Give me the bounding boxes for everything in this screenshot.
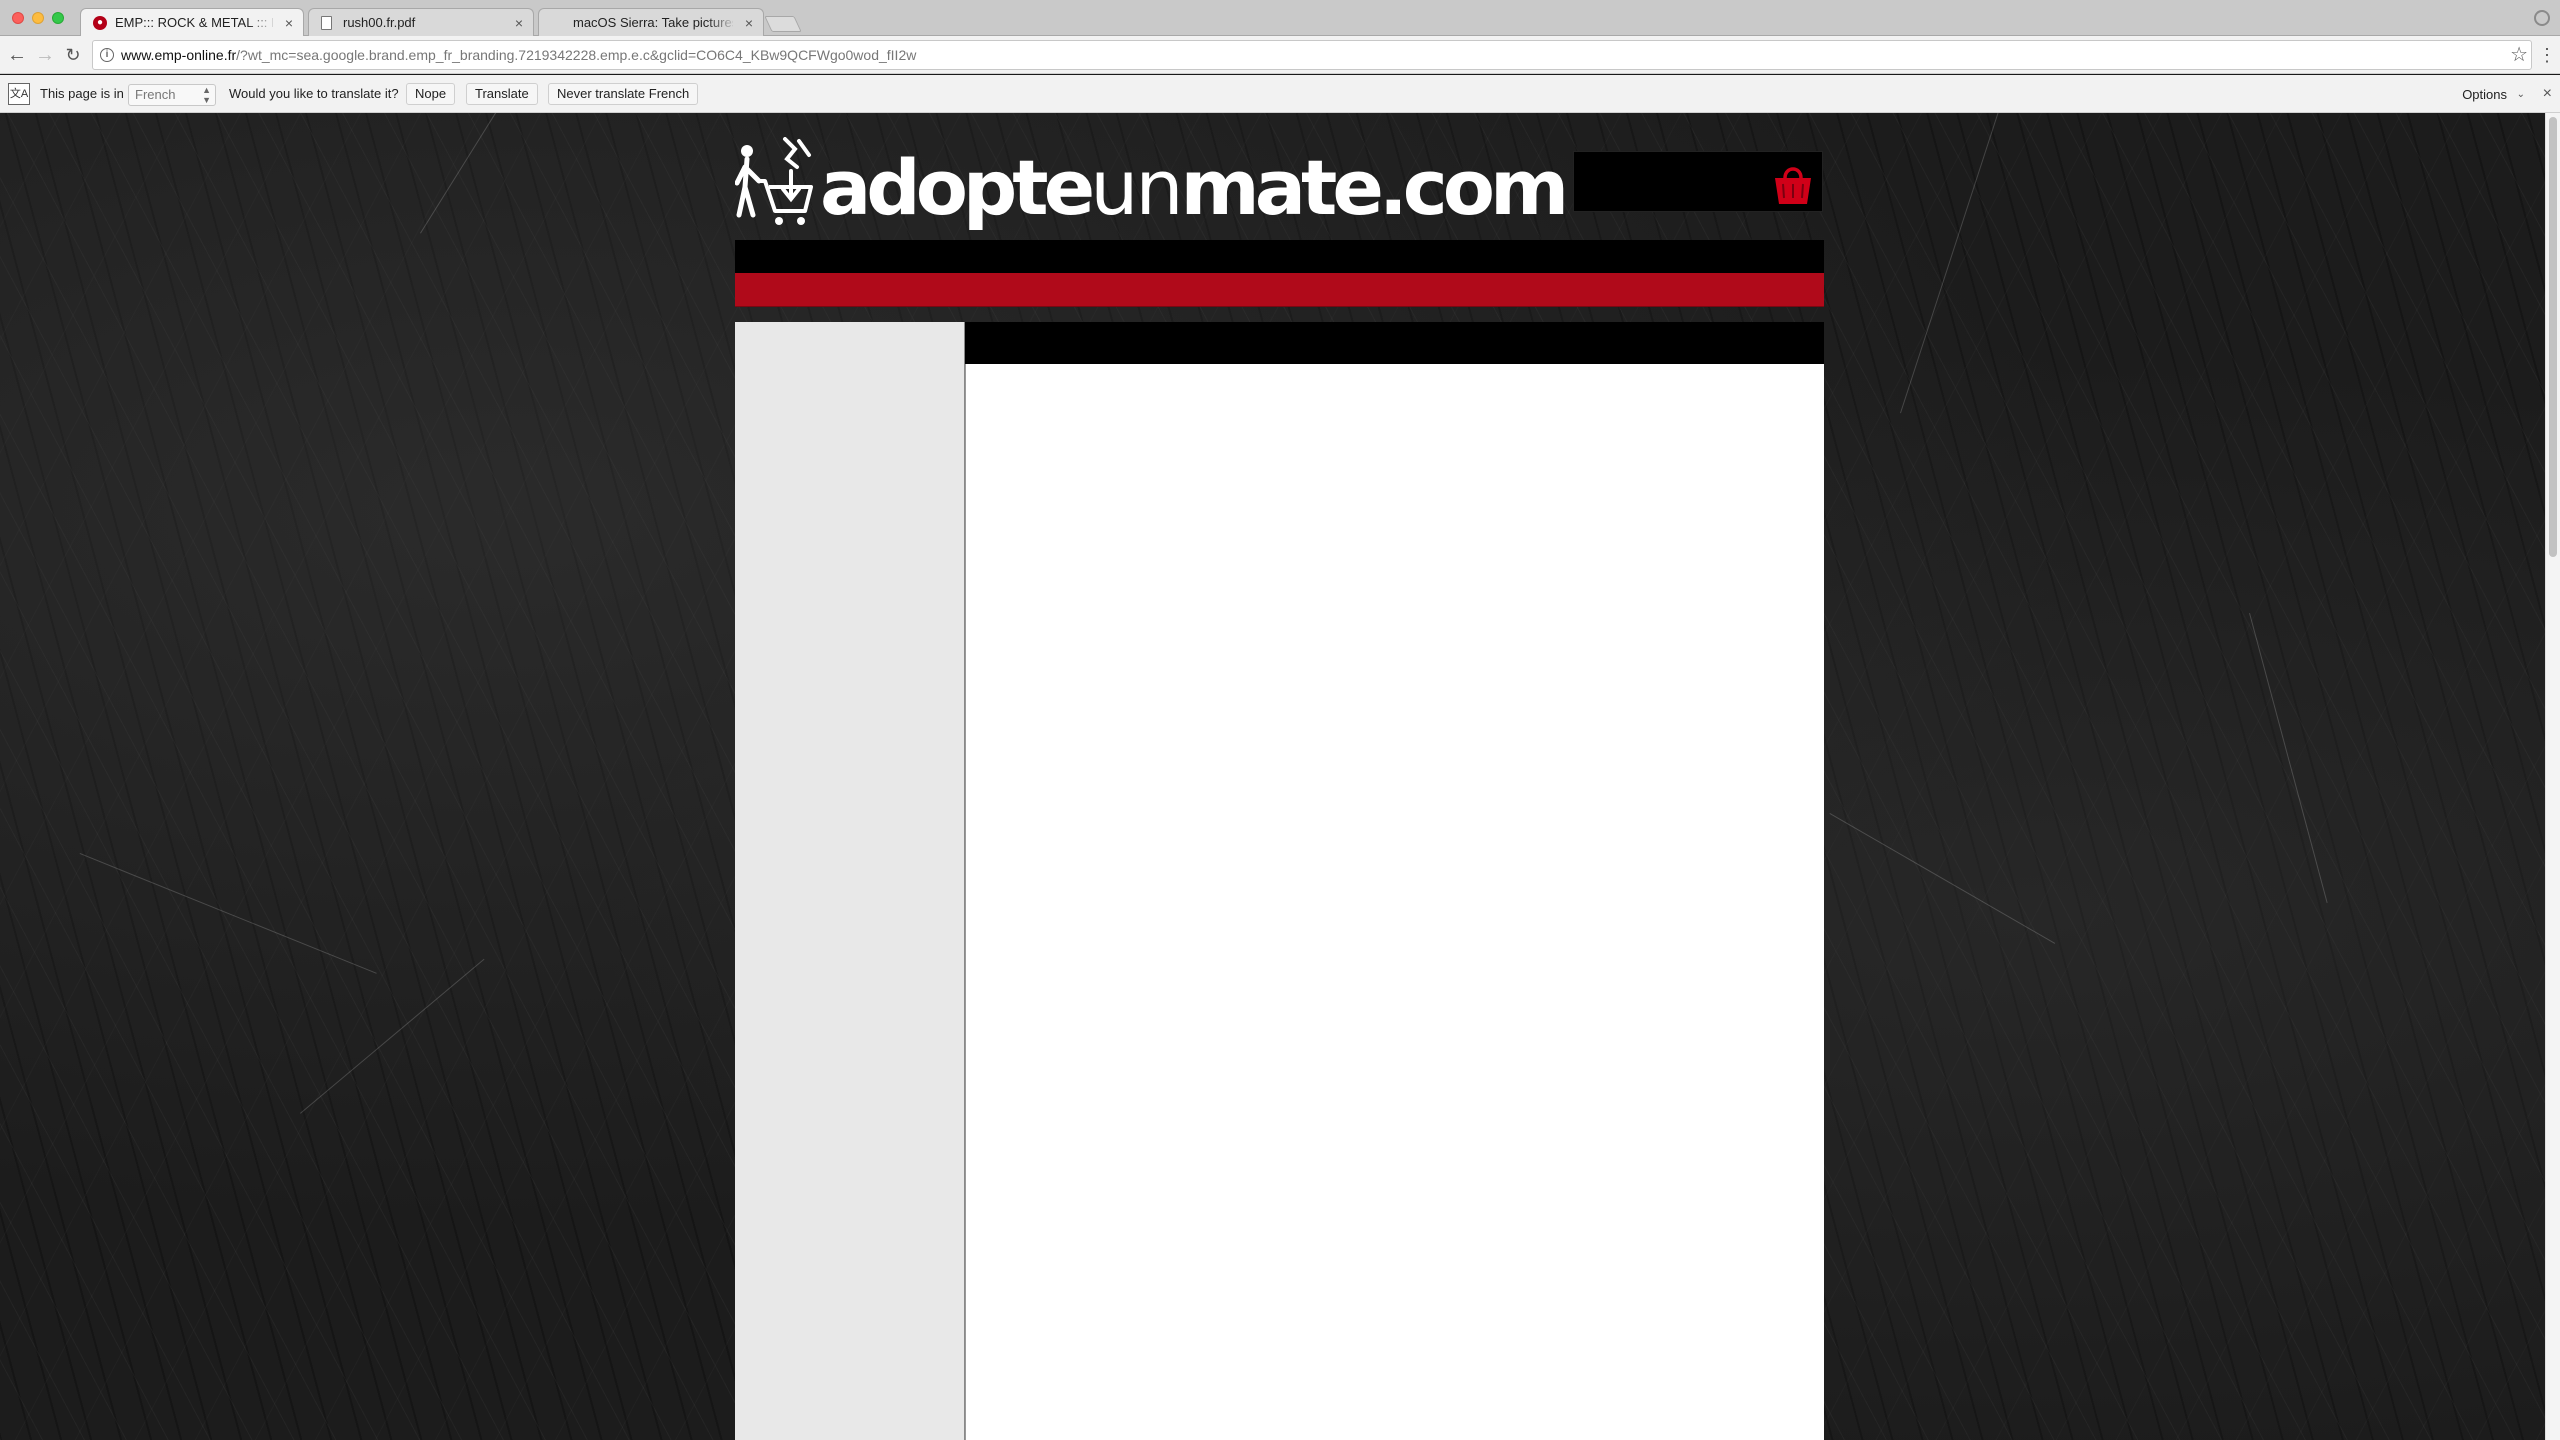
address-bar[interactable]: i www.emp-online.fr/?wt_mc=sea.google.br…: [92, 40, 2532, 70]
language-selected: French: [135, 87, 176, 102]
site-container: adopteunmate.com: [735, 113, 1824, 1440]
background-scratch: [300, 958, 485, 1114]
url-path: /?wt_mc=sea.google.brand.emp_fr_branding…: [236, 47, 917, 63]
tab-pdf[interactable]: rush00.fr.pdf ×: [308, 8, 534, 36]
main-content-area: [965, 364, 1824, 1440]
reload-icon[interactable]: ↻: [60, 42, 86, 68]
never-translate-button[interactable]: Never translate French: [548, 83, 699, 105]
tab-emp[interactable]: ● EMP::: ROCK & METAL ::: Le M ×: [80, 8, 304, 37]
left-sidebar: [735, 322, 965, 1440]
translate-prefix: This page is in: [40, 86, 124, 101]
zoom-window-button[interactable]: [52, 12, 64, 24]
forward-arrow-icon[interactable]: →: [32, 42, 58, 68]
page-scrollbar[interactable]: [2545, 113, 2560, 1440]
browser-toolbar: ← → ↻ i www.emp-online.fr/?wt_mc=sea.goo…: [0, 36, 2560, 74]
new-tab-button[interactable]: [764, 16, 802, 32]
shopping-basket-icon[interactable]: [1772, 162, 1814, 206]
translate-bar: 文A This page is in French ▲ ▼ Would you l…: [0, 75, 2560, 113]
language-select[interactable]: French ▲ ▼: [128, 84, 216, 106]
page-viewport: adopteunmate.com: [0, 113, 2545, 1440]
document-icon: [321, 16, 332, 30]
scrollbar-thumb[interactable]: [2549, 117, 2557, 557]
translate-icon: 文A: [8, 83, 30, 105]
minimize-window-button[interactable]: [32, 12, 44, 24]
tab-macos[interactable]: macOS Sierra: Take pictures o ×: [538, 8, 764, 36]
main-navigation-bar: [735, 273, 1824, 307]
tab-strip: ● EMP::: ROCK & METAL ::: Le M × rush00.…: [0, 0, 2560, 37]
tab-close-icon[interactable]: ×: [745, 9, 753, 36]
background-scratch: [79, 853, 377, 974]
background-scratch: [1829, 813, 2056, 944]
apple-icon: [551, 16, 565, 30]
translate-bar-close-icon[interactable]: ×: [2543, 83, 2552, 105]
tab-title: rush00.fr.pdf: [343, 15, 416, 30]
background-scratch: [1900, 113, 2019, 414]
chevron-down-icon: ⌄: [2516, 89, 2525, 100]
info-icon[interactable]: i: [100, 48, 114, 62]
translate-button[interactable]: Translate: [466, 83, 538, 105]
tab-close-icon[interactable]: ×: [285, 9, 293, 36]
top-navigation-bar: [735, 240, 1824, 273]
back-arrow-icon[interactable]: ←: [4, 42, 30, 68]
nope-button[interactable]: Nope: [406, 83, 456, 105]
background-scratch: [2249, 613, 2328, 904]
bookmark-star-icon[interactable]: ☆: [2510, 42, 2528, 68]
logo-wordmark: adopteunmate.com: [820, 143, 1569, 232]
close-window-button[interactable]: [12, 12, 24, 24]
site-logo[interactable]: adopteunmate.com: [735, 123, 1569, 233]
translate-question: Would you like to translate it?: [229, 86, 399, 101]
background-scratch: [420, 113, 559, 234]
tab-close-icon[interactable]: ×: [515, 9, 523, 36]
options-label: Options: [2462, 87, 2507, 102]
options-button[interactable]: Options ⌄: [2453, 83, 2530, 105]
shopper-cart-icon: [735, 137, 813, 225]
updown-chevron-icon: ▲ ▼: [202, 85, 211, 105]
menu-dots-icon[interactable]: ⋮: [2538, 42, 2556, 68]
profile-icon[interactable]: [2534, 10, 2550, 26]
cart-box[interactable]: [1573, 151, 1823, 212]
content-header-bar: [965, 322, 1824, 364]
url-host: www.emp-online.fr: [121, 47, 237, 63]
emp-favicon-icon: ●: [93, 16, 107, 30]
